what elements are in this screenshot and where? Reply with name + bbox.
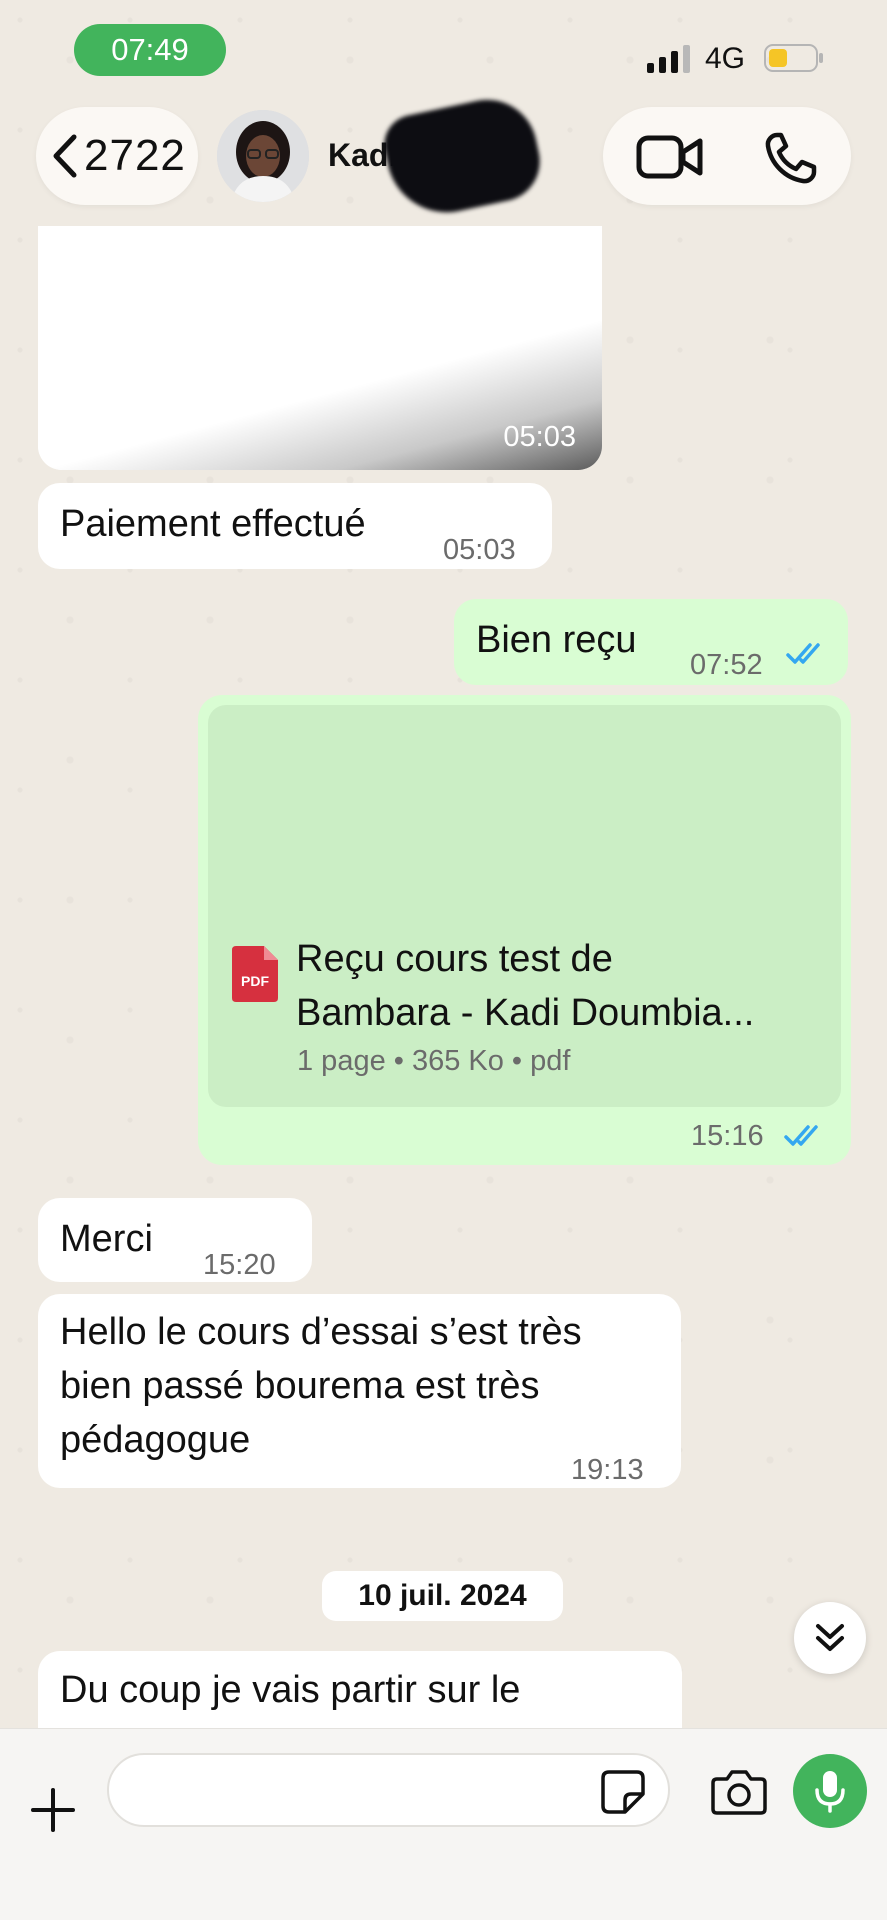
message-text: Paiement effectué <box>60 503 366 545</box>
message-input[interactable] <box>107 1753 670 1827</box>
status-time: 07:49 <box>74 24 226 76</box>
document-title-line: Bambara - Kadi Doumbia... <box>296 992 755 1034</box>
read-receipt-icon <box>784 1125 818 1146</box>
image-message[interactable]: 05:03 <box>38 226 602 470</box>
message-bubble[interactable]: Paiement effectué 05:03 <box>38 483 552 569</box>
back-button[interactable]: 2722 <box>36 107 198 205</box>
message-text: Merci <box>60 1218 153 1260</box>
message-text: Bien reçu <box>476 619 637 661</box>
battery-icon <box>764 44 823 72</box>
pdf-file-icon: PDF <box>232 946 278 1002</box>
microphone-icon <box>815 1771 845 1813</box>
message-line: Hello le cours d’essai s’est très <box>60 1311 582 1353</box>
message-time: 07:52 <box>690 649 763 681</box>
mic-button[interactable] <box>793 1754 867 1828</box>
sticker-icon[interactable] <box>601 1770 645 1814</box>
camera-icon[interactable] <box>711 1769 767 1815</box>
video-call-icon[interactable] <box>636 133 704 181</box>
message-bubble[interactable]: Bien reçu 07:52 <box>454 599 848 685</box>
phone-call-icon[interactable] <box>763 131 819 185</box>
message-bubble[interactable]: Merci 15:20 <box>38 1198 312 1282</box>
read-receipt-icon <box>786 643 820 664</box>
date-separator: 10 juil. 2024 <box>322 1571 563 1621</box>
network-type: 4G <box>705 42 746 75</box>
plus-icon[interactable] <box>30 1787 76 1833</box>
message-time: 15:16 <box>691 1120 764 1152</box>
message-line: bien passé bourema est très <box>60 1365 540 1407</box>
back-chevron-icon <box>53 134 77 178</box>
message-time: 19:13 <box>571 1454 644 1486</box>
call-actions <box>603 107 851 205</box>
redaction-scribble <box>378 90 548 224</box>
message-text: Hello le cours d’essai s’est très bien p… <box>60 1305 582 1467</box>
scroll-down-button[interactable] <box>794 1602 866 1674</box>
message-line: Du coup je vais partir sur le <box>60 1669 521 1711</box>
message-time: 05:03 <box>443 534 516 566</box>
message-line: pédagogue <box>60 1419 251 1461</box>
message-time: 15:20 <box>203 1249 276 1281</box>
chat-screen: 07:49 4G 2722 Kadi D 05:03 Paiement effe… <box>0 0 887 1920</box>
scroll-down-icon <box>816 1624 844 1651</box>
document-title: Reçu cours test de Bambara - Kadi Doumbi… <box>296 932 836 1040</box>
composer-bar <box>0 1728 887 1920</box>
message-bubble[interactable]: Hello le cours d’essai s’est très bien p… <box>38 1294 681 1488</box>
document-title-line: Reçu cours test de <box>296 938 613 980</box>
avatar[interactable] <box>217 110 309 202</box>
avatar-photo <box>217 110 309 202</box>
document-message[interactable]: 15:16 <box>198 695 851 1165</box>
signal-icon <box>647 45 690 73</box>
unread-count: 2722 <box>84 131 186 180</box>
status-bar: 07:49 4G <box>0 0 887 95</box>
svg-text:PDF: PDF <box>241 973 269 989</box>
message-time: 05:03 <box>503 421 576 453</box>
document-meta: 1 page • 365 Ko • pdf <box>297 1045 571 1077</box>
